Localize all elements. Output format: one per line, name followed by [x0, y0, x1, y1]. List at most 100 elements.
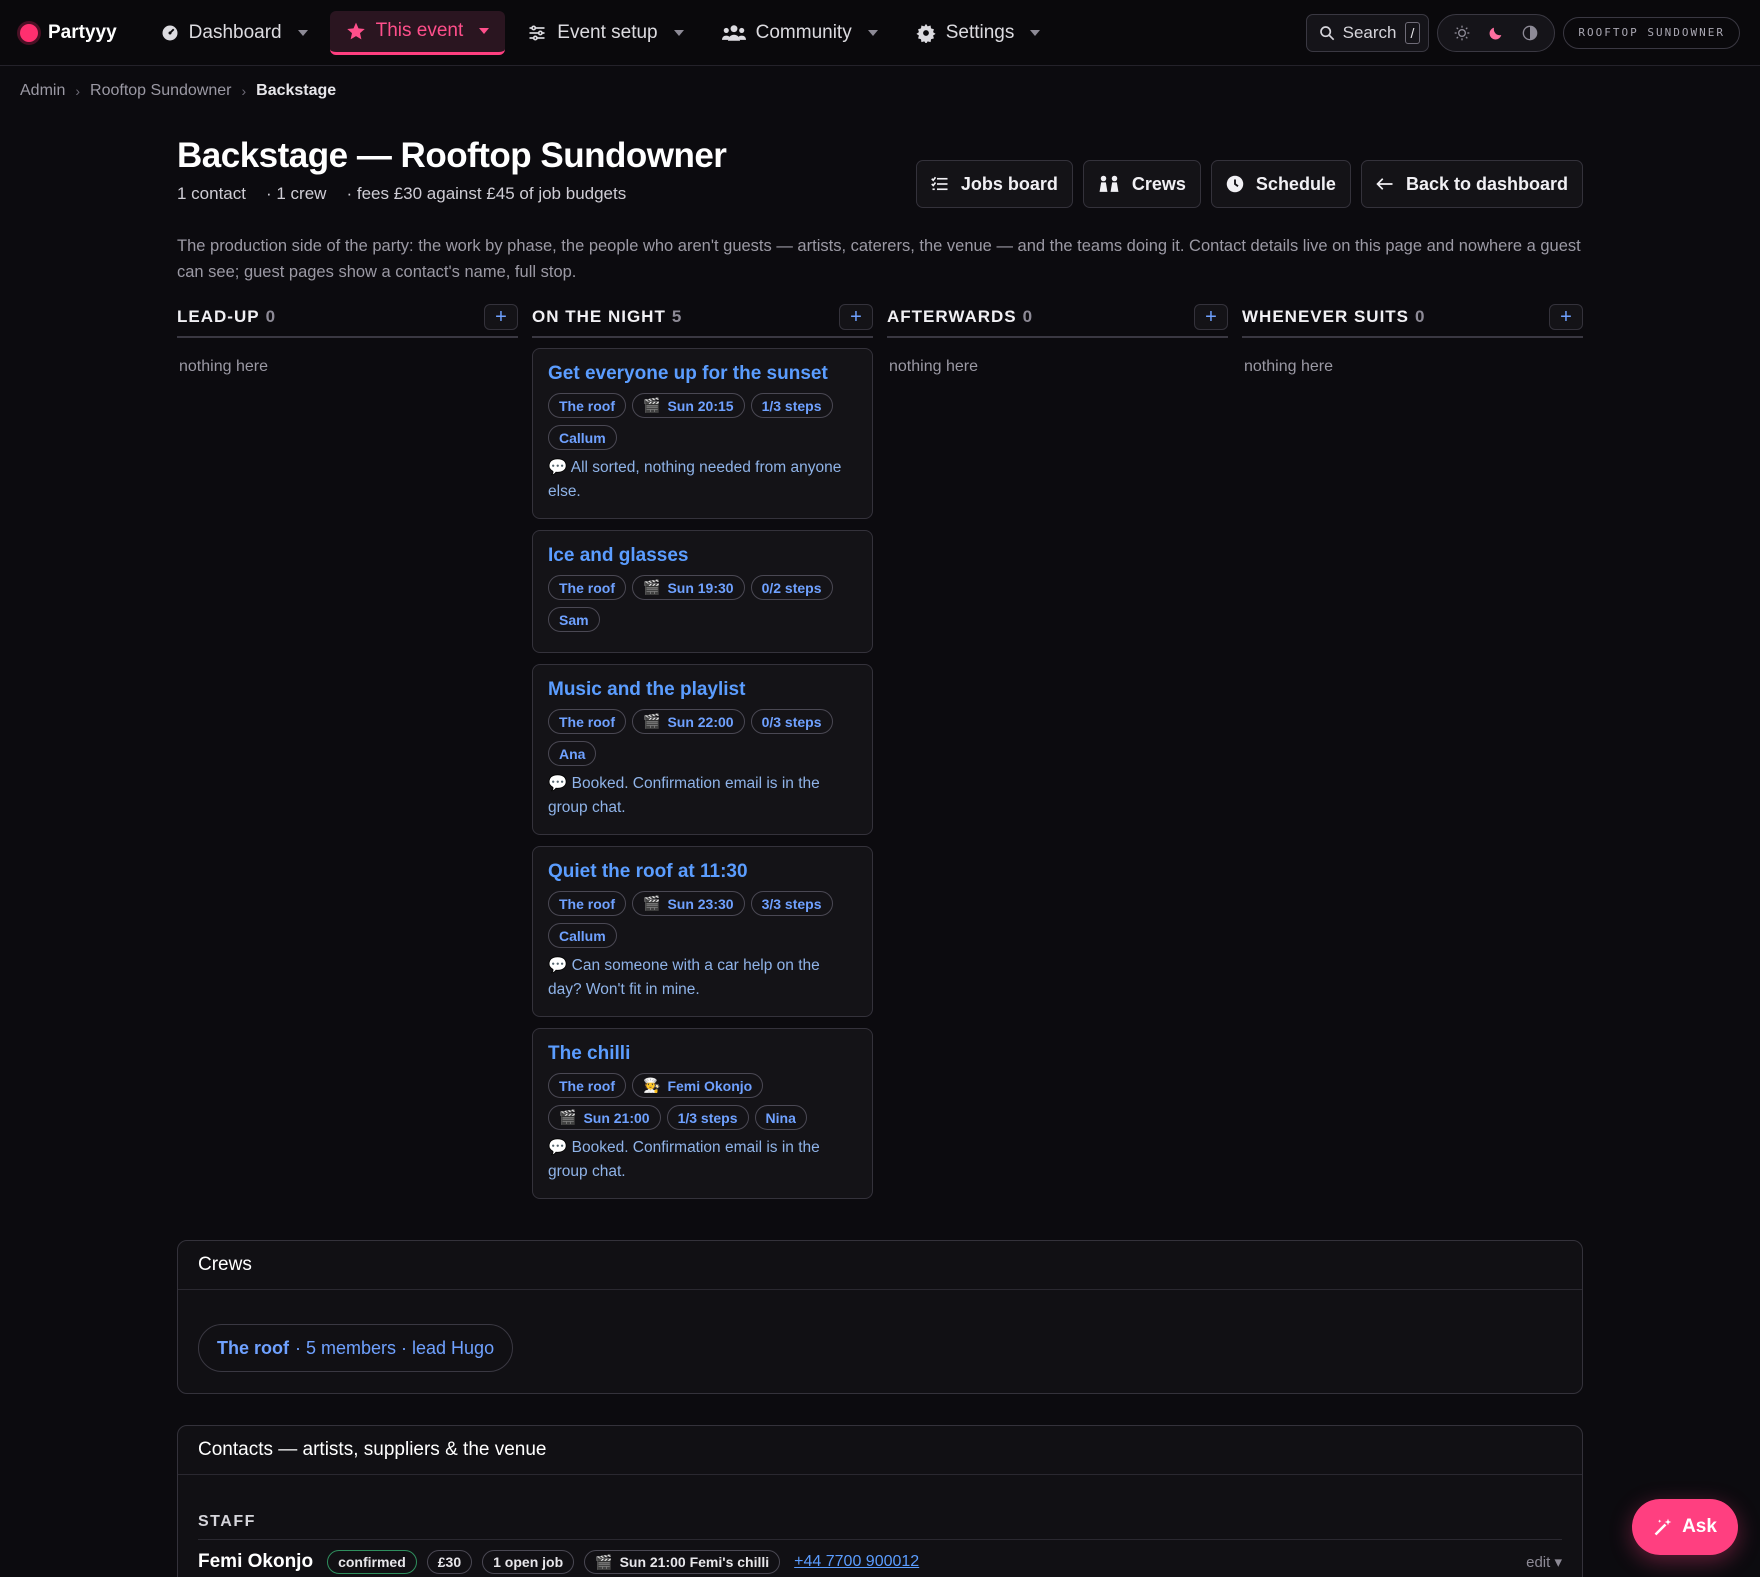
- time-chip[interactable]: 🎬 Sun 20:15: [632, 393, 745, 418]
- magic-wand-icon: [1654, 1518, 1672, 1536]
- contact-jobs-badge[interactable]: 1 open job: [482, 1550, 575, 1574]
- crew-pill-the-roof[interactable]: The roof · 5 members · lead Hugo: [198, 1324, 514, 1372]
- steps-chip[interactable]: 1/3 steps: [750, 393, 833, 418]
- job-title[interactable]: The chilli: [548, 1043, 857, 1065]
- clapperboard-icon: 🎬: [643, 713, 661, 729]
- theme-contrast-button[interactable]: [1516, 19, 1544, 47]
- theme-dark-button[interactable]: [1482, 19, 1510, 47]
- steps-chip[interactable]: 0/3 steps: [750, 709, 833, 734]
- breadcrumb-admin[interactable]: Admin: [20, 82, 65, 100]
- job-card[interactable]: The chilli The roof 🧑‍🍳 Femi Okonjo 🎬 Sun …: [532, 1028, 873, 1199]
- job-card-list: Get everyone up for the sunset The roof …: [532, 338, 873, 1199]
- job-card[interactable]: Ice and glasses The roof 🎬 Sun 19:30 0/2 …: [532, 530, 873, 653]
- job-title[interactable]: Get everyone up for the sunset: [548, 363, 857, 385]
- job-note: 💬 Can someone with a car help on the day…: [548, 957, 820, 998]
- time-chip[interactable]: 🎬 Sun 19:30: [632, 575, 745, 600]
- board-column-afterwards: AFTERWARDS 0 + nothing here: [887, 302, 1228, 1199]
- gauge-icon: [162, 25, 178, 40]
- crew-chip[interactable]: The roof: [548, 891, 626, 916]
- contact-edit-menu[interactable]: edit ▾: [1526, 1553, 1562, 1571]
- column-title: LEAD-UP 0: [177, 307, 277, 326]
- brand-logo-icon: [20, 23, 38, 42]
- brand[interactable]: Partyyy: [20, 22, 117, 44]
- nav-item-dashboard[interactable]: Dashboard: [145, 11, 324, 55]
- page-title: Backstage — Rooftop Sundowner: [177, 136, 727, 175]
- add-job-button[interactable]: +: [1194, 304, 1228, 330]
- breadcrumb-current: Backstage: [256, 82, 337, 99]
- ask-label: Ask: [1682, 1516, 1717, 1537]
- breadcrumb-event[interactable]: Rooftop Sundowner: [90, 82, 231, 100]
- job-chips: The roof 🎬 Sun 23:30 3/3 steps Callum: [548, 891, 857, 948]
- steps-chip[interactable]: 3/3 steps: [750, 891, 833, 916]
- back-to-dashboard-label: Back to dashboard: [1405, 173, 1568, 194]
- add-job-button[interactable]: +: [1549, 304, 1583, 330]
- person-chip[interactable]: Sam: [548, 607, 600, 632]
- steps-chip[interactable]: 0/2 steps: [750, 575, 833, 600]
- crew-chip[interactable]: The roof: [548, 393, 626, 418]
- add-job-button[interactable]: +: [839, 304, 873, 330]
- nav-item-event-setup[interactable]: Event setup: [511, 11, 699, 55]
- crew-name: The roof: [217, 1337, 289, 1358]
- plus-icon: +: [495, 305, 507, 328]
- contact-fee-badge: £30: [426, 1550, 473, 1574]
- contact-slot-badge[interactable]: 🎬 Sun 21:00 Femi's chilli: [584, 1550, 781, 1574]
- clapperboard-icon: 🎬: [595, 1553, 613, 1570]
- add-job-button[interactable]: +: [484, 304, 518, 330]
- contact-chip[interactable]: 🧑‍🍳 Femi Okonjo: [632, 1073, 764, 1098]
- job-card[interactable]: Get everyone up for the sunset The roof …: [532, 348, 873, 519]
- column-header: AFTERWARDS 0 +: [887, 302, 1228, 338]
- job-card[interactable]: Music and the playlist The roof 🎬 Sun 22:…: [532, 664, 873, 835]
- column-count: 0: [265, 307, 277, 326]
- crew-detail: · 5 members · lead Hugo: [295, 1337, 495, 1358]
- person-chip[interactable]: Callum: [548, 923, 617, 948]
- people-icon: [1099, 175, 1119, 192]
- ask-button[interactable]: Ask: [1632, 1499, 1738, 1555]
- person-chip[interactable]: Ana: [548, 741, 597, 766]
- jobs-board-button[interactable]: Jobs board: [915, 160, 1073, 208]
- contact-name[interactable]: Femi Okonjo: [198, 1551, 313, 1573]
- board-column-whenever-suits: WHENEVER SUITS 0 + nothing here: [1242, 302, 1583, 1199]
- plus-icon: +: [1205, 305, 1217, 328]
- person-chip[interactable]: Nina: [754, 1105, 807, 1130]
- crew-chip[interactable]: The roof: [548, 575, 626, 600]
- crew-chip[interactable]: The roof: [548, 709, 626, 734]
- nav-item-label: This event: [375, 20, 464, 41]
- crews-panel-title: Crews: [178, 1241, 1582, 1290]
- job-title[interactable]: Quiet the roof at 11:30: [548, 861, 857, 883]
- column-title: WHENEVER SUITS 0: [1242, 307, 1426, 326]
- search-button[interactable]: Search /: [1305, 13, 1430, 52]
- crew-chip[interactable]: The roof: [548, 1073, 626, 1098]
- steps-chip[interactable]: 1/3 steps: [666, 1105, 749, 1130]
- list-icon: [931, 176, 948, 191]
- page-stats: 1 contact · 1 crew · fees £30 against £4…: [177, 184, 626, 204]
- time-chip[interactable]: 🎬 Sun 22:00: [632, 709, 745, 734]
- users-icon: [721, 24, 746, 41]
- contact-phone-link[interactable]: +44 7700 900012: [794, 1553, 919, 1571]
- board-column-on-the-night: ON THE NIGHT 5 + Get everyone up for the …: [532, 302, 873, 1199]
- job-note: 💬 Booked. Confirmation email is in the g…: [548, 1139, 820, 1180]
- job-card[interactable]: Quiet the roof at 11:30 The roof 🎬 Sun 23…: [532, 846, 873, 1017]
- nav-item-community[interactable]: Community: [706, 11, 894, 55]
- breadcrumb: Admin › Rooftop Sundowner › Backstage: [20, 82, 336, 100]
- back-to-dashboard-button[interactable]: Back to dashboard: [1360, 160, 1583, 208]
- nav-item-this-event[interactable]: This event: [329, 10, 506, 55]
- current-event-pill[interactable]: ROOFTOP SUNDOWNER: [1563, 16, 1740, 49]
- top-navigation: Partyyy Dashboard This event Event setup…: [0, 0, 1760, 66]
- job-note: 💬 Booked. Confirmation email is in the g…: [548, 775, 820, 816]
- crews-button[interactable]: Crews: [1082, 160, 1201, 208]
- person-chip[interactable]: Callum: [548, 425, 617, 450]
- column-count: 5: [671, 307, 683, 326]
- job-title[interactable]: Ice and glasses: [548, 545, 857, 567]
- theme-light-button[interactable]: [1448, 19, 1476, 47]
- time-chip[interactable]: 🎬 Sun 23:30: [632, 891, 745, 916]
- nav-item-settings[interactable]: Settings: [900, 11, 1057, 55]
- time-chip[interactable]: 🎬 Sun 21:00: [548, 1105, 661, 1130]
- job-chips: The roof 🎬 Sun 19:30 0/2 steps Sam: [548, 575, 857, 632]
- schedule-button[interactable]: Schedule: [1210, 160, 1351, 208]
- column-header: WHENEVER SUITS 0 +: [1242, 302, 1583, 338]
- job-title[interactable]: Music and the playlist: [548, 679, 857, 701]
- search-label: Search: [1342, 22, 1397, 42]
- contact-status-badge: confirmed: [327, 1550, 417, 1574]
- job-chips: The roof 🧑‍🍳 Femi Okonjo 🎬 Sun 21:00 1/3 s…: [548, 1073, 857, 1130]
- column-empty-state: nothing here: [179, 358, 268, 375]
